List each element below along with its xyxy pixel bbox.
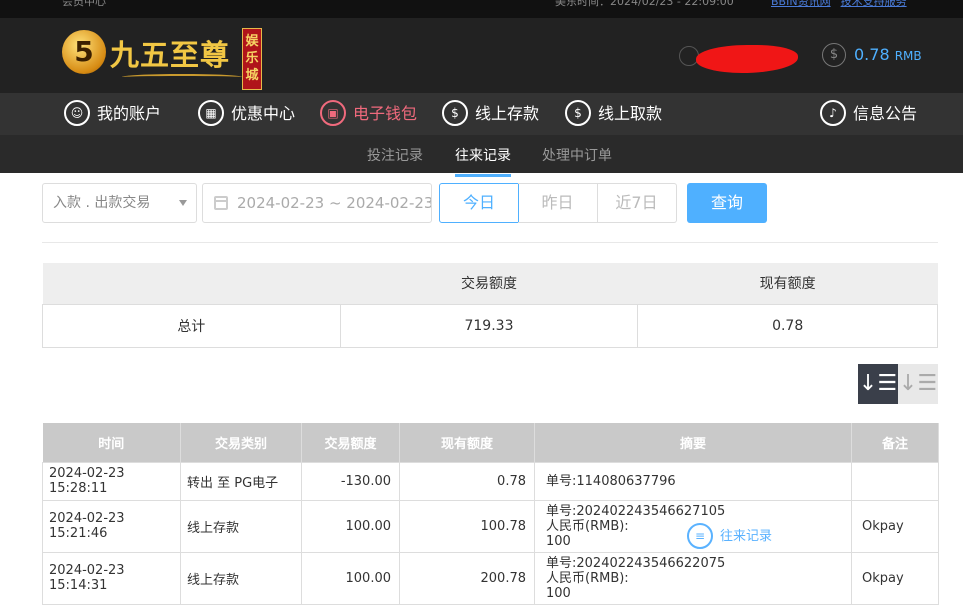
cell-time: 2024-02-23 15:14:31 [42,551,181,605]
col-type: 交易类别 [180,423,302,462]
transaction-type-select[interactable]: 入款 . 出款交易 [42,183,197,223]
col-summary: 摘要 [534,423,852,462]
tech-support-link[interactable]: 技术支持服务 [841,0,907,8]
col-amount: 交易额度 [301,423,400,462]
server-time: 美东时间：2024/02/23 - 22:09:00 [555,0,734,8]
cell-type: 线上存款 [180,551,302,605]
nav-label: 线上存款 [475,104,540,123]
cell-type: 转出 至 PG电子 [180,461,302,501]
redacted-username [696,45,798,73]
summary-total-amount: 719.33 [339,303,639,348]
bbin-news-link[interactable]: BBIN资讯网 [771,0,831,8]
cell-amount: 100.00 [301,499,400,553]
table-row: 2024-02-23 15:28:11 转出 至 PG电子 -130.00 0.… [42,461,939,501]
sort-desc-icon[interactable]: ↓☰ [858,364,898,404]
sub-nav: 投注记录 往来记录 处理中订单 [0,135,963,177]
today-button[interactable]: 今日 [439,183,519,223]
deposit-icon: $ [442,100,468,126]
cell-time: 2024-02-23 15:21:46 [42,499,181,553]
nav-label: 我的账户 [97,104,162,123]
site-logo[interactable]: 5 九五至尊 娱乐城 [62,28,272,90]
top-info-bar: 会员中心 美东时间：2024/02/23 - 22:09:00 BBIN资讯网 技… [0,0,963,18]
summary-header-blank [42,263,341,304]
last-7-days-button[interactable]: 近7日 [597,183,677,223]
date-range-input[interactable]: 2024-02-23 ~ 2024-02-23 [202,183,432,223]
logo-name: 九五至尊 [110,38,231,72]
nav-label: 信息公告 [853,104,918,123]
member-center-text: 会员中心 [62,0,106,8]
cell-summary: 单号:202402243546622075 人民币(RMB): 100 [534,551,852,605]
withdraw-icon: $ [565,100,591,126]
nav-label: 优惠中心 [231,104,296,123]
tab-transaction-records[interactable]: 往来记录 [455,145,511,177]
cell-summary: 单号:114080637796 [534,461,852,501]
caret-down-icon [179,200,187,206]
cell-time: 2024-02-23 15:28:11 [42,461,181,501]
gift-icon: ▦ [198,100,224,126]
col-balance: 现有额度 [399,423,535,462]
sort-asc-icon[interactable]: ↓☰ [898,364,938,404]
top-links: BBIN资讯网 技术支持服务 [771,0,917,9]
date-range-value: 2024-02-23 ~ 2024-02-23 [237,194,432,212]
cell-amount: -130.00 [301,461,400,501]
logo-tag: 娱乐城 [242,28,262,90]
summary-header-balance: 现有额度 [637,263,938,304]
summary-total-label: 总计 [42,303,341,348]
table-row: 2024-02-23 15:21:46 线上存款 100.00 100.78 单… [42,499,939,553]
header: 5 九五至尊 娱乐城 $ 0.78 RMB [0,18,963,93]
calendar-icon [214,196,228,210]
wallet-icon: ▣ [320,100,346,126]
nav-label: 线上取款 [598,104,663,123]
balance-unit: RMB [894,49,922,63]
tab-pending-orders[interactable]: 处理中订单 [542,145,612,165]
col-note: 备注 [851,423,939,462]
summary-table: 交易额度 现有额度 总计 719.33 0.78 [42,263,938,348]
table-row: 2024-02-23 15:14:31 线上存款 100.00 200.78 单… [42,551,939,605]
cell-note: Okpay [851,499,939,553]
summary-header-amount: 交易额度 [340,263,638,304]
yesterday-button[interactable]: 昨日 [518,183,598,223]
query-button[interactable]: 查询 [687,183,767,223]
cell-summary: 单号:202402243546627105 人民币(RMB): 100 [534,499,852,553]
logo-badge: 5 [62,30,106,74]
logo-swirl [122,74,242,80]
divider [42,242,938,243]
user-icon: ☺ [64,100,90,126]
col-time: 时间 [42,423,181,462]
cell-balance: 0.78 [399,461,535,501]
cell-balance: 100.78 [399,499,535,553]
tab-bet-records[interactable]: 投注记录 [367,145,423,165]
balance-amount: 0.78 [854,45,890,64]
select-value: 入款 . 出款交易 [53,195,151,211]
summary-total-balance: 0.78 [637,303,938,348]
nav-label: 电子钱包 [353,104,418,123]
cell-note: Okpay [851,551,939,605]
records-table: 时间 交易类别 交易额度 现有额度 摘要 备注 2024-02-23 15:28… [42,423,939,605]
cell-type: 线上存款 [180,499,302,553]
dollar-icon: $ [822,43,846,67]
cell-note [851,461,939,501]
cell-balance: 200.78 [399,551,535,605]
bell-icon: ♪ [820,100,846,126]
cell-amount: 100.00 [301,551,400,605]
main-nav: ☺ 我的账户 ▦ 优惠中心 ▣ 电子钱包 $ 线上存款 $ 线上取款 ≡ 往来记… [0,93,963,549]
